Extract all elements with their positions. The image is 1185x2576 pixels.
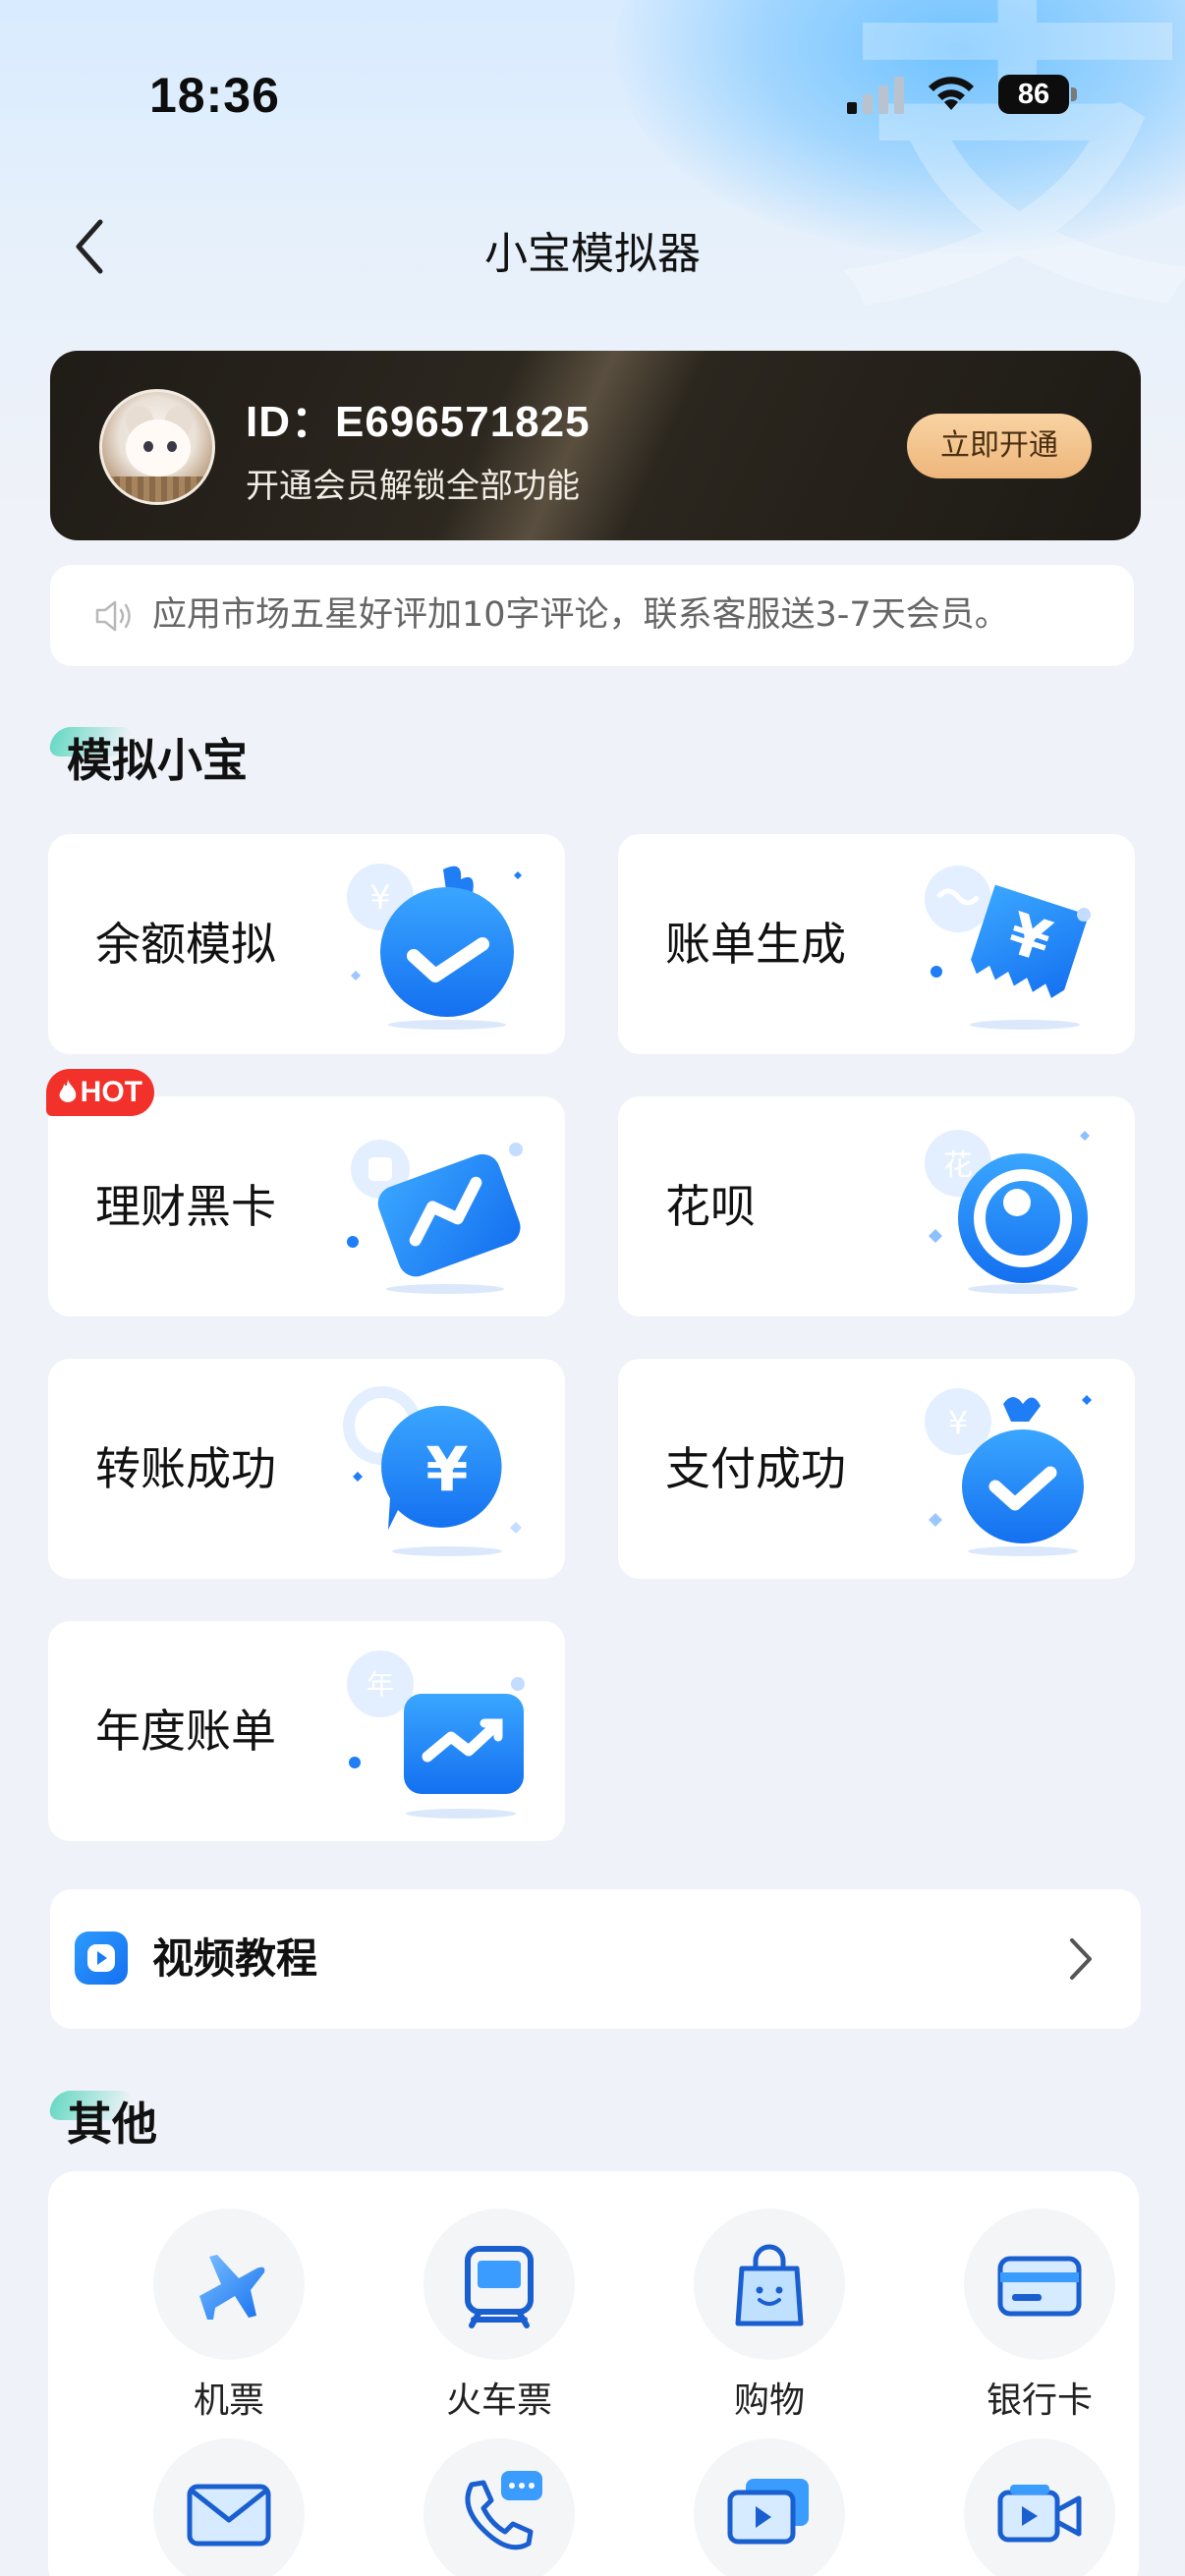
card-chart-icon	[347, 1140, 523, 1294]
play-icon	[75, 1932, 128, 1985]
hot-badge: HOT	[46, 1069, 154, 1116]
svg-text:年: 年	[367, 1668, 394, 1701]
svg-text:¥: ¥	[425, 1433, 468, 1505]
other-item-video-message[interactable]	[671, 2438, 868, 2576]
notice-text: 应用市场五星好评加10字评论，联系客服送3-7天会员。	[152, 595, 1009, 635]
status-time: 18:36	[149, 68, 280, 123]
yen-ticket-icon: ¥	[925, 866, 1091, 1030]
other-item-shopping[interactable]: 购物	[671, 2209, 868, 2423]
other-item-bank-card[interactable]: 银行卡	[941, 2209, 1138, 2423]
section-title-simulate: 模拟小宝	[45, 725, 248, 790]
other-tools-panel: 机票 火车票 购物 银行卡	[48, 2171, 1139, 2576]
feature-card-bill[interactable]: 账单生成 ¥	[618, 834, 1135, 1054]
battery-icon: 86	[998, 75, 1077, 114]
phone-message-icon	[465, 2471, 542, 2550]
bank-card-icon	[997, 2256, 1082, 2317]
trend-chart-icon: 年	[347, 1651, 525, 1819]
money-bag-check-icon: ¥	[347, 864, 522, 1030]
other-item-label: 机票	[193, 2380, 264, 2421]
feature-card-huabei[interactable]: 花呗 花	[618, 1096, 1135, 1316]
video-tutorial-label: 视频教程	[152, 1934, 318, 1983]
svg-text:¥: ¥	[948, 1404, 968, 1441]
feature-label: 年度账单	[95, 1705, 276, 1758]
section-title-other: 其他	[45, 2089, 157, 2154]
other-item-video-call[interactable]	[941, 2438, 1138, 2576]
other-item-flight[interactable]: 机票	[131, 2209, 327, 2423]
other-item-label: 购物	[733, 2380, 805, 2421]
user-id: ID：E696571825	[246, 398, 591, 446]
svg-text:花: 花	[943, 1148, 973, 1183]
pouch-check-icon: ¥	[925, 1388, 1092, 1556]
open-membership-button[interactable]: 立即开通	[907, 414, 1092, 478]
video-tutorial-row[interactable]: 视频教程	[50, 1889, 1141, 2029]
huabei-logo-icon: 花	[925, 1130, 1090, 1294]
feature-card-annual-bill[interactable]: 年度账单 年	[48, 1621, 565, 1841]
status-bar: 18:36 86	[0, 0, 1185, 128]
feature-card-black-card[interactable]: 理财黑卡	[48, 1096, 565, 1316]
train-icon	[465, 2246, 534, 2328]
other-item-phone[interactable]	[401, 2438, 597, 2576]
shopping-bag-icon	[735, 2244, 804, 2326]
airplane-icon	[199, 2255, 265, 2320]
member-card[interactable]: ID：E696571825 开通会员解锁全部功能 立即开通	[50, 351, 1141, 540]
member-subtitle: 开通会员解锁全部功能	[246, 467, 580, 506]
other-item-label: 火车票	[445, 2380, 552, 2421]
notice-bar[interactable]: 应用市场五星好评加10字评论，联系客服送3-7天会员。	[50, 565, 1134, 666]
other-item-label: 银行卡	[986, 2380, 1093, 2421]
yen-chat-icon: ¥	[343, 1386, 522, 1556]
battery-level: 86	[998, 75, 1069, 114]
feature-card-balance[interactable]: 余额模拟 ¥	[48, 834, 565, 1054]
fire-icon	[59, 1080, 77, 1102]
feature-label: 花呗	[665, 1180, 756, 1233]
feature-card-transfer[interactable]: 转账成功 ¥	[48, 1359, 565, 1579]
cellular-signal-icon	[847, 77, 904, 114]
feature-label: 转账成功	[95, 1442, 276, 1495]
other-item-train[interactable]: 火车票	[401, 2209, 597, 2423]
video-message-icon	[727, 2479, 809, 2545]
avatar[interactable]	[99, 389, 215, 505]
feature-label: 支付成功	[665, 1442, 846, 1495]
feature-label: 理财黑卡	[95, 1180, 276, 1233]
envelope-icon	[187, 2484, 271, 2547]
page-title: 小宝模拟器	[484, 229, 701, 279]
wifi-icon	[929, 77, 974, 110]
feature-card-payment[interactable]: 支付成功 ¥	[618, 1359, 1135, 1579]
other-item-mail[interactable]	[131, 2438, 327, 2576]
svg-text:¥: ¥	[369, 878, 391, 918]
feature-label: 账单生成	[665, 918, 846, 971]
feature-label: 余额模拟	[95, 918, 276, 971]
video-camera-icon	[997, 2485, 1082, 2543]
chevron-right-icon	[1070, 1938, 1092, 1980]
speaker-icon	[95, 600, 131, 632]
